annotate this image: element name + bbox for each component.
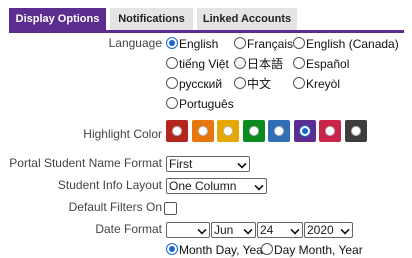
radio-selected-icon [300, 126, 310, 136]
radio-icon [249, 126, 259, 136]
tab-bar: Display Options Notifications Linked Acc… [9, 8, 404, 33]
language-option-chinese[interactable]: 中文 [234, 76, 271, 92]
radio-icon [234, 77, 246, 89]
highlight-color-swatch[interactable] [166, 120, 188, 142]
radio-icon [166, 77, 178, 89]
radio-icon [234, 57, 246, 69]
language-option-english[interactable]: English [166, 36, 218, 52]
highlight-color-swatch[interactable] [268, 120, 290, 142]
chevron-down-icon [197, 225, 207, 235]
date-format-first-select[interactable] [166, 222, 210, 238]
chevron-down-icon [290, 225, 300, 235]
highlight-color-swatch[interactable] [294, 120, 316, 142]
chevron-down-icon [243, 225, 253, 235]
radio-icon [325, 126, 335, 136]
date-format-month-select[interactable]: Jun [211, 222, 256, 238]
highlight-color-swatch[interactable] [319, 120, 341, 142]
language-option-espanol[interactable]: Español [293, 56, 349, 72]
radio-icon [166, 97, 178, 109]
language-option-english-canada[interactable]: English (Canada) [293, 36, 399, 52]
date-format-label: Date Format [95, 222, 162, 236]
highlight-color-swatch[interactable] [345, 120, 367, 142]
language-option-russian[interactable]: русский [166, 76, 222, 92]
radio-icon [172, 126, 182, 136]
radio-icon [293, 57, 305, 69]
highlight-color-label: Highlight Color [83, 127, 162, 141]
radio-icon [223, 126, 233, 136]
student-info-layout-select[interactable]: One Column [166, 178, 267, 194]
date-format-day-select[interactable]: 24 [257, 222, 303, 238]
student-info-layout-label: Student Info Layout [57, 178, 162, 192]
date-format-year-select[interactable]: 2020 [304, 222, 353, 238]
portal-name-format-label: Portal Student Name Format [9, 156, 162, 170]
radio-icon [261, 243, 273, 255]
language-option-japanese[interactable]: 日本語 [234, 56, 283, 72]
highlight-color-swatch[interactable] [243, 120, 265, 142]
chevron-down-icon [254, 181, 264, 191]
radio-icon [293, 37, 305, 49]
radio-icon [274, 126, 284, 136]
default-filters-checkbox[interactable] [164, 202, 177, 215]
tab-display-options[interactable]: Display Options [9, 8, 106, 30]
language-option-vietnamese[interactable]: tiếng Việt [166, 56, 229, 72]
language-option-kreyol[interactable]: Kreyòl [293, 76, 340, 92]
radio-icon [166, 57, 178, 69]
radio-selected-icon [166, 37, 178, 49]
default-filters-label: Default Filters On [68, 200, 162, 214]
tab-linked-accounts[interactable]: Linked Accounts [197, 8, 297, 30]
language-option-portugues[interactable]: Português [166, 96, 234, 112]
chevron-down-icon [340, 225, 350, 235]
portal-name-format-select[interactable]: First [166, 156, 250, 172]
language-label: Language [108, 36, 162, 50]
radio-selected-icon [166, 243, 178, 255]
highlight-color-swatch[interactable] [192, 120, 214, 142]
radio-icon [198, 126, 208, 136]
radio-icon [293, 77, 305, 89]
highlight-color-swatch[interactable] [217, 120, 239, 142]
radio-icon [234, 37, 246, 49]
chevron-down-icon [237, 159, 247, 169]
radio-icon [351, 126, 361, 136]
language-option-francais[interactable]: Français [234, 36, 293, 52]
tab-notifications[interactable]: Notifications [110, 8, 193, 30]
